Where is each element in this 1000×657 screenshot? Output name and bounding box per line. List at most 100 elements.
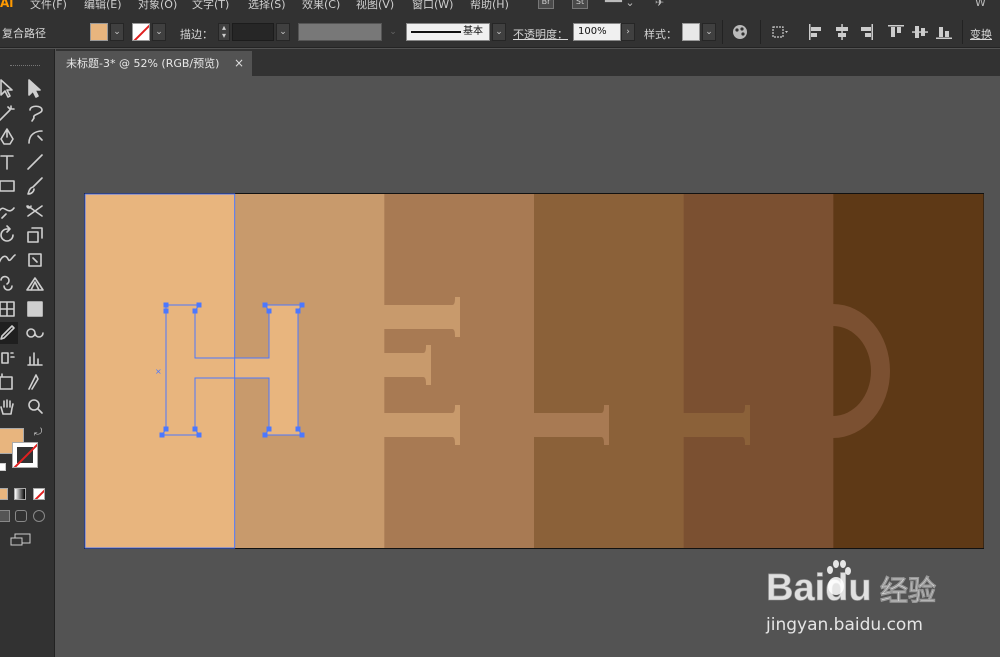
anchor-point: [262, 302, 268, 308]
opacity-value: 100%: [578, 26, 607, 37]
menu-effect[interactable]: 效果(C): [302, 0, 340, 12]
variable-width-dropdown[interactable]: ⌄: [386, 23, 400, 41]
document-tab[interactable]: 未标题-3* @ 52% (RGB/预览) ×: [56, 51, 252, 76]
selection-type-label: 复合路径: [2, 27, 46, 40]
paintbrush-tool-icon[interactable]: [24, 175, 46, 197]
rectangle-tool-icon[interactable]: [0, 175, 18, 197]
scissors-tool-icon[interactable]: [24, 200, 46, 222]
hand-tool-icon[interactable]: [0, 396, 18, 418]
direct-selection-tool-icon[interactable]: [24, 77, 46, 99]
stroke-weight-dropdown[interactable]: ⌄: [276, 23, 290, 41]
default-fill-stroke-icon[interactable]: [0, 463, 6, 471]
control-separator: [722, 20, 723, 44]
lasso-tool-icon[interactable]: [24, 102, 46, 124]
graphic-style-swatch[interactable]: [682, 23, 700, 41]
align-left-icon[interactable]: [806, 22, 826, 42]
anchor-point: [163, 426, 169, 432]
align-to-selection-icon[interactable]: [770, 22, 790, 42]
symbol-sprayer-tool-icon[interactable]: [0, 347, 18, 369]
menu-edit[interactable]: 编辑(E): [84, 0, 122, 12]
column-graph-tool-icon[interactable]: [24, 347, 46, 369]
stroke-color-swatch[interactable]: [132, 23, 150, 41]
menu-window[interactable]: 窗口(W): [412, 0, 453, 12]
align-bottom-icon[interactable]: [934, 22, 954, 42]
style-label: 样式：: [644, 28, 677, 41]
selection-tool-icon[interactable]: [0, 77, 18, 99]
no-stroke-icon: [133, 24, 149, 40]
color-band-6: [833, 194, 984, 548]
shaper-tool-icon[interactable]: [0, 200, 18, 222]
zoom-tool-icon[interactable]: [24, 396, 46, 418]
brush-definition[interactable]: 基本: [406, 23, 490, 41]
menu-object[interactable]: 对象(O): [138, 0, 177, 12]
transform-button[interactable]: 变换: [970, 26, 992, 42]
color-mode-button[interactable]: [0, 488, 8, 500]
stroke-swatch[interactable]: [12, 442, 38, 468]
blend-tool-icon[interactable]: [24, 322, 46, 344]
bridge-button[interactable]: Br: [538, 0, 554, 9]
menu-select[interactable]: 选择(S): [248, 0, 286, 12]
type-tool-icon[interactable]: [0, 151, 18, 173]
none-mode-button[interactable]: [33, 488, 45, 500]
slice-tool-icon[interactable]: [24, 371, 46, 393]
baidu-logo-text: Baidu: [766, 567, 872, 609]
free-transform-tool-icon[interactable]: [24, 249, 46, 271]
menu-type[interactable]: 文字(T): [192, 0, 229, 12]
draw-behind-icon[interactable]: [15, 510, 27, 522]
draw-inside-icon[interactable]: [33, 510, 45, 522]
align-top-icon[interactable]: [886, 22, 906, 42]
stroke-weight-stepper[interactable]: ▴ ▾: [218, 23, 230, 41]
stroke-dropdown[interactable]: ⌄: [152, 23, 166, 41]
menu-file[interactable]: 文件(F): [30, 0, 67, 12]
toolbar-grip[interactable]: [10, 65, 40, 67]
watermark-url: jingyan.baidu.com: [765, 615, 923, 635]
fill-color-swatch[interactable]: [90, 23, 108, 41]
align-right-icon[interactable]: [856, 22, 876, 42]
opacity-input[interactable]: 100%: [573, 23, 621, 41]
menu-view[interactable]: 视图(V): [356, 0, 394, 12]
variable-width-profile[interactable]: [298, 23, 382, 41]
gradient-mode-button[interactable]: [14, 488, 26, 500]
workspace-switcher[interactable]: W: [975, 0, 986, 9]
rotate-tool-icon[interactable]: [0, 224, 18, 246]
arrange-documents-icon[interactable]: ▀▀ ⌄: [605, 0, 635, 9]
eyedropper-tool-icon[interactable]: [0, 322, 18, 344]
menu-bar: Ai 文件(F) 编辑(E) 对象(O) 文字(T) 选择(S) 效果(C) 视…: [0, 0, 1000, 12]
warp-tool-icon[interactable]: [0, 249, 18, 271]
stock-button[interactable]: St: [572, 0, 588, 9]
anchor-point: [159, 432, 165, 438]
mesh-tool-icon[interactable]: [0, 298, 18, 320]
pen-tool-icon[interactable]: [0, 126, 18, 148]
align-vertical-center-icon[interactable]: [910, 22, 930, 42]
anchor-point: [266, 308, 272, 314]
control-separator: [962, 20, 963, 44]
screen-mode-icon[interactable]: [10, 533, 32, 547]
close-tab-icon[interactable]: ×: [234, 51, 244, 76]
opacity-arrow[interactable]: ›: [621, 23, 635, 41]
brush-dropdown[interactable]: ⌄: [492, 23, 506, 41]
menu-help[interactable]: 帮助(H): [470, 0, 509, 12]
fill-dropdown[interactable]: ⌄: [110, 23, 124, 41]
align-horizontal-center-icon[interactable]: [832, 22, 852, 42]
draw-normal-icon[interactable]: [0, 510, 10, 522]
line-tool-icon[interactable]: [24, 151, 46, 173]
artboard-tool-icon[interactable]: [0, 371, 18, 393]
color-band-5: [683, 194, 834, 548]
gradient-tool-icon[interactable]: [24, 298, 46, 320]
magic-wand-tool-icon[interactable]: [0, 102, 18, 124]
gpu-performance-icon[interactable]: ✈: [655, 0, 664, 9]
shape-builder-tool-icon[interactable]: [0, 273, 18, 295]
anchor-point: [163, 308, 169, 314]
swap-fill-stroke-icon[interactable]: ⤾: [34, 427, 42, 438]
anchor-point: [295, 426, 301, 432]
jingyan-logo-text: 经验: [880, 574, 936, 607]
recolor-artwork-icon[interactable]: [730, 22, 750, 42]
stroke-weight-input[interactable]: [232, 23, 274, 41]
graphic-style-dropdown[interactable]: ⌄: [702, 23, 716, 41]
tools-panel: ⤾: [0, 49, 55, 657]
opacity-label[interactable]: 不透明度：: [513, 26, 568, 42]
curvature-tool-icon[interactable]: [24, 126, 46, 148]
perspective-grid-tool-icon[interactable]: [24, 273, 46, 295]
scale-tool-icon[interactable]: [24, 224, 46, 246]
document-tab-title: 未标题-3* @ 52% (RGB/预览): [66, 57, 220, 70]
